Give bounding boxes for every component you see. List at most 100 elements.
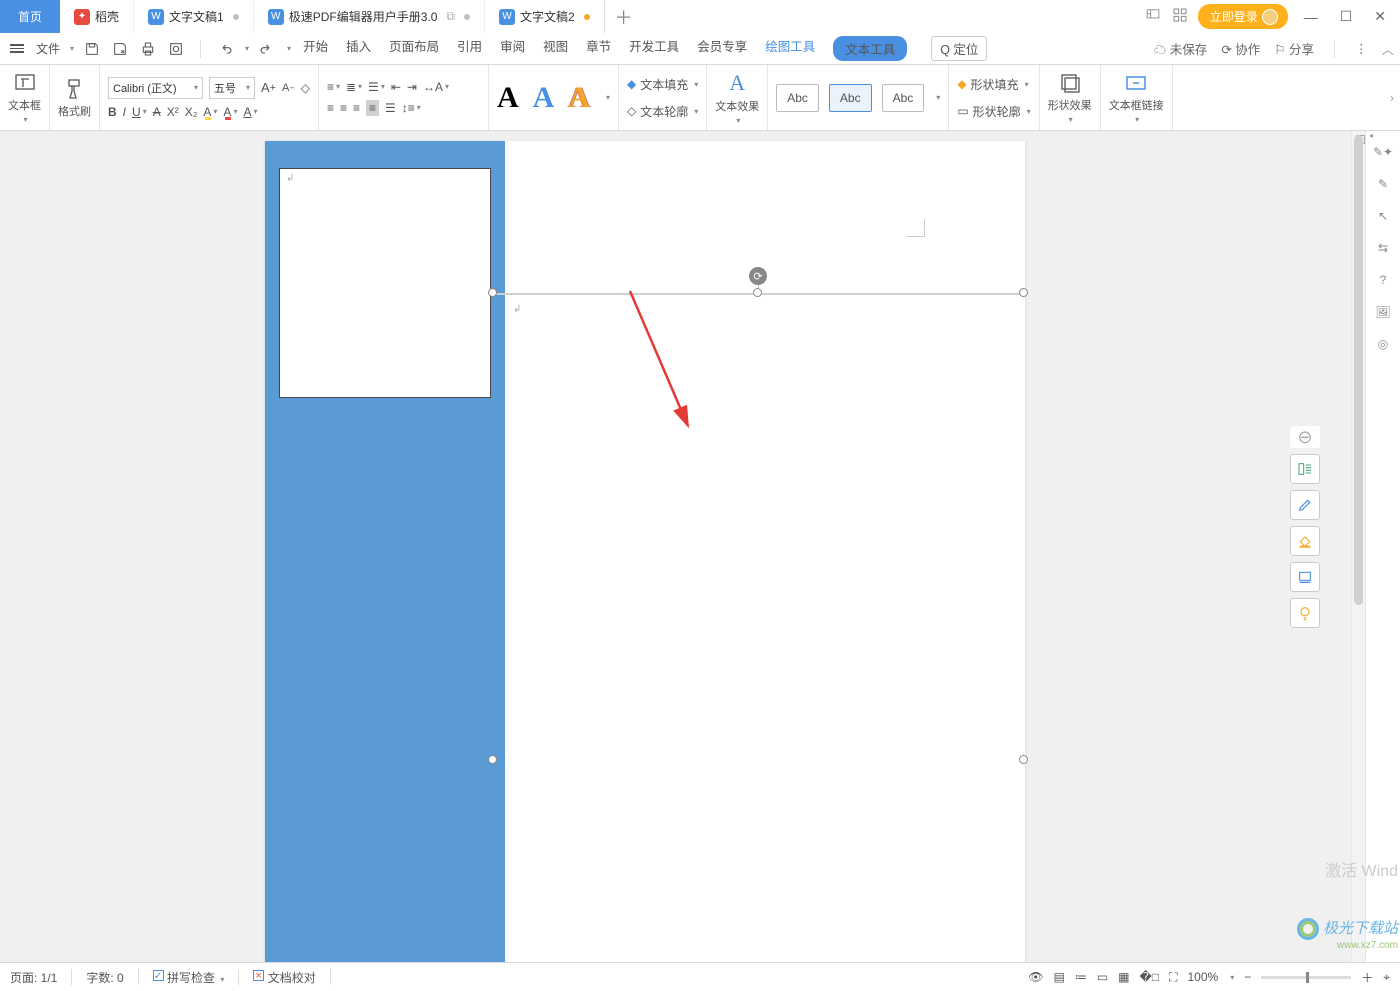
align-center-icon[interactable]: ≡ (340, 101, 347, 115)
save-as-icon[interactable] (110, 39, 130, 59)
zoom-in-button[interactable]: ＋ (1361, 969, 1373, 986)
textstyle-more[interactable]: ▾ (606, 93, 610, 102)
scroll-thumb[interactable] (1354, 135, 1363, 605)
rail-image-icon[interactable]: 🖼 (1375, 305, 1390, 319)
underline-icon[interactable]: U▾ (132, 105, 147, 119)
hamburger-icon[interactable] (6, 40, 28, 57)
tab-layout[interactable]: 页面布局 (389, 36, 439, 61)
bottom-right-icon[interactable]: ⌖ (1383, 970, 1390, 985)
spellcheck-toggle[interactable]: 拼写检查 ▾ (153, 969, 225, 986)
grow-font-icon[interactable]: A+ (261, 80, 276, 95)
align-justify-icon[interactable]: ≡ (366, 100, 379, 116)
font-name-select[interactable]: Calibri (正文)▾ (108, 77, 203, 99)
font-color-icon[interactable]: A▾ (223, 105, 237, 119)
idea-bulb-icon[interactable] (1290, 598, 1320, 628)
rail-pen-icon[interactable]: ✎ (1378, 177, 1388, 191)
white-textbox-shape[interactable]: ↲ (279, 168, 491, 398)
resize-handle-n[interactable] (753, 288, 762, 297)
tab-view[interactable]: 视图 (543, 36, 568, 61)
line-spacing-icon[interactable]: ↕≡▾ (402, 101, 421, 115)
minimize-button[interactable]: — (1298, 5, 1324, 29)
coop-button[interactable]: ⟳ 协作 (1221, 39, 1260, 58)
more-icon[interactable]: ⋮ (1355, 41, 1368, 56)
resize-handle-se[interactable] (1019, 755, 1028, 764)
shrink-font-icon[interactable]: A− (282, 82, 295, 94)
numbering-icon[interactable]: ≣▾ (346, 80, 362, 94)
highlight-icon[interactable]: A▾ (203, 105, 217, 119)
zoom-out-mini[interactable]: ⊖ (1290, 426, 1320, 448)
distribute-icon[interactable]: ☰ (385, 101, 396, 115)
indent-right-icon[interactable]: ⇥ (407, 80, 417, 94)
multilevel-icon[interactable]: ☰▾ (368, 80, 385, 94)
edit-pen-icon[interactable] (1290, 490, 1320, 520)
textstyle-a1[interactable]: A (497, 81, 519, 115)
proofread-toggle[interactable]: 文档校对 (253, 969, 315, 986)
view-page-icon[interactable]: ▤ (1053, 970, 1064, 984)
rotate-handle-icon[interactable]: ⟳ (749, 267, 767, 285)
eye-icon[interactable]: 👁 (1028, 970, 1043, 984)
bold-icon[interactable]: B (108, 105, 117, 119)
shape-outline-button[interactable]: ▭形状轮廓▾ (957, 103, 1030, 120)
page-indicator[interactable]: 页面: 1/1 (10, 969, 57, 986)
close-button[interactable]: ✕ (1368, 4, 1392, 29)
resize-handle-sw[interactable] (488, 755, 497, 764)
save-icon[interactable] (82, 39, 102, 59)
superscript-icon[interactable]: X² (167, 105, 179, 119)
print-icon[interactable] (138, 39, 158, 59)
tab-insert[interactable]: 插入 (346, 36, 371, 61)
share-button[interactable]: ⚐ 分享 (1274, 39, 1314, 58)
text-fill-button[interactable]: ◆文本填充▾ (627, 76, 698, 93)
rail-collapse-icon[interactable]: ◂ (1369, 131, 1373, 140)
italic-icon[interactable]: I (123, 105, 126, 119)
collapse-ribbon-icon[interactable]: ︿ (1381, 39, 1394, 58)
rail-select-icon[interactable]: ↖ (1378, 209, 1388, 223)
view-read-icon[interactable]: ▭ (1097, 970, 1108, 984)
rail-settings-icon[interactable]: ⇆ (1378, 241, 1388, 255)
shape-effect-button[interactable]: 形状效果▾ (1048, 71, 1092, 124)
align-right-icon[interactable]: ≡ (353, 101, 360, 115)
text-effect-button[interactable]: A文本效果▾ (715, 70, 759, 125)
shape-fill-button[interactable]: ◆形状填充▾ (957, 76, 1028, 93)
focus-icon[interactable]: �□ (1140, 970, 1160, 984)
maximize-button[interactable]: ☐ (1334, 4, 1359, 29)
format-painter-button[interactable]: 格式刷 (58, 77, 91, 119)
fit-icon[interactable]: ⛶ (1169, 970, 1177, 985)
tab-doc1[interactable]: W文字文稿1 (133, 0, 253, 33)
resize-handle-nw[interactable] (488, 288, 497, 297)
shape-style-3[interactable]: Abc (882, 84, 925, 112)
textstyle-a2[interactable]: A (533, 81, 555, 115)
grid-apps-icon[interactable] (1172, 7, 1188, 26)
tab-pdf-manual[interactable]: W极速PDF编辑器用户手册3.0⧉ (253, 0, 484, 33)
view-outline-icon[interactable]: ≔ (1075, 970, 1087, 984)
textstyle-a3[interactable]: A (568, 81, 590, 115)
resize-handle-ne[interactable] (1019, 288, 1028, 297)
text-outline-button[interactable]: ◇文本轮廓▾ (627, 103, 698, 120)
textbox-link-button[interactable]: 文本框链接▾ (1109, 71, 1164, 124)
view-web-icon[interactable]: ▦ (1118, 970, 1129, 984)
tab-text-tools-active[interactable]: 文本工具 (833, 36, 907, 61)
shape-style-1[interactable]: Abc (776, 84, 819, 112)
tab-home[interactable]: 首页 (0, 0, 60, 33)
char-shading-icon[interactable]: A▾ (243, 105, 257, 119)
tab-start[interactable]: 开始 (303, 36, 328, 61)
indent-left-icon[interactable]: ⇤ (391, 80, 401, 94)
strike-icon[interactable]: A (153, 105, 161, 119)
tab-doc2-active[interactable]: W文字文稿2 (484, 0, 605, 33)
tab-daoke[interactable]: ✦稻壳 (60, 0, 133, 33)
selected-textbox[interactable]: ⟳ (493, 293, 1023, 759)
tab-vip[interactable]: 会员专享 (697, 36, 747, 61)
fill-bucket-icon[interactable] (1290, 526, 1320, 556)
file-menu[interactable]: 文件 (36, 40, 60, 57)
zoom-slider[interactable] (1261, 976, 1351, 979)
font-size-select[interactable]: 五号▾ (209, 77, 255, 99)
redo-icon[interactable] (257, 39, 277, 59)
tab-reference[interactable]: 引用 (457, 36, 482, 61)
layout-options-icon[interactable] (1290, 454, 1320, 484)
find-box[interactable]: Q 定位 (931, 36, 987, 61)
bullets-icon[interactable]: ≡▾ (327, 80, 340, 94)
zoom-value[interactable]: 100% (1187, 970, 1218, 984)
outline-rect-icon[interactable] (1290, 562, 1320, 592)
word-count[interactable]: 字数: 0 (86, 969, 123, 986)
shape-style-more[interactable]: ▾ (936, 93, 940, 102)
undo-icon[interactable] (215, 39, 235, 59)
